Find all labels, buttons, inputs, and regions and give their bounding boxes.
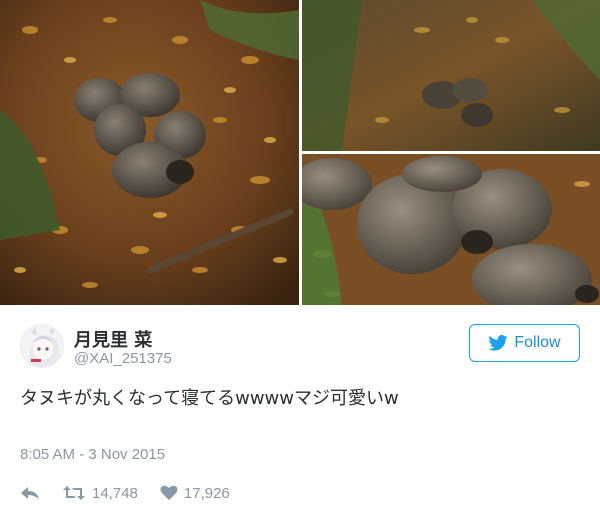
user-handle[interactable]: @XAI_251375 (74, 350, 172, 367)
tweet-photo-top-right[interactable] (302, 0, 600, 151)
follow-label: Follow (514, 334, 561, 351)
display-name[interactable]: 月見里 菜 (74, 326, 152, 352)
avatar[interactable] (20, 324, 64, 368)
retweet-count: 14,748 (92, 484, 138, 502)
tweet-actions: 14,748 17,926 (20, 482, 252, 504)
reply-icon (21, 487, 39, 499)
tweet-photo-bottom-right[interactable] (302, 154, 600, 305)
retweet-button[interactable]: 14,748 (62, 485, 138, 502)
media-grid (0, 0, 600, 305)
retweet-icon (63, 486, 85, 500)
anime-avatar-icon (21, 325, 63, 367)
tweet-text: タヌキが丸くなって寝てるwwwwマジ可愛いw (20, 388, 399, 409)
heart-icon (160, 485, 178, 500)
follow-button[interactable]: Follow (469, 324, 580, 362)
reply-button[interactable] (20, 485, 40, 501)
like-count: 17,926 (183, 484, 230, 502)
twitter-bird-icon (488, 335, 508, 351)
raccoon-dogs-photo (302, 154, 600, 305)
raccoon-dogs-photo (302, 0, 600, 151)
like-button[interactable]: 17,926 (160, 485, 230, 502)
tweet-photo-main[interactable] (0, 0, 299, 305)
tweet-timestamp[interactable]: 8:05 AM - 3 Nov 2015 (20, 446, 165, 463)
raccoon-dogs-photo (0, 0, 299, 305)
